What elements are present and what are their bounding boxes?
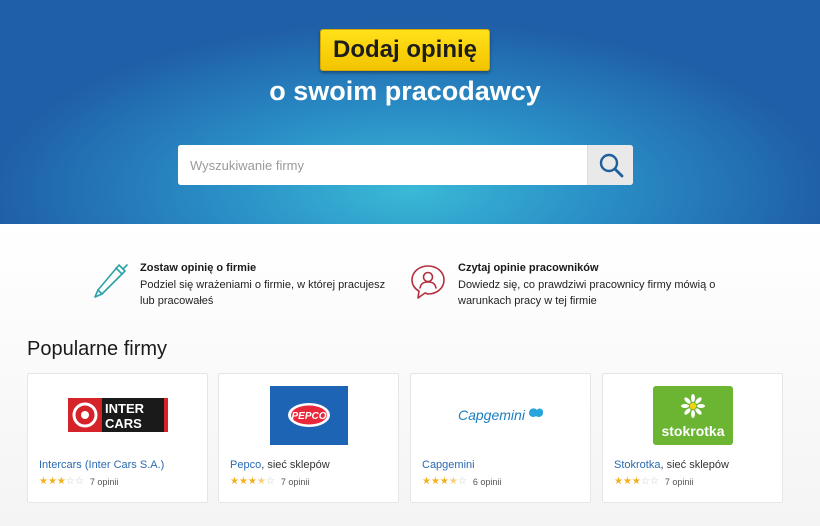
pen-icon: [94, 264, 128, 298]
feature-leave-review: Zostaw opinię o firmie Podziel się wraże…: [90, 262, 385, 309]
popular-companies-title: Popularne firmy: [27, 338, 168, 360]
rating-stars: ★★★☆☆: [614, 476, 659, 487]
company-link[interactable]: Intercars (Inter Cars S.A.): [39, 459, 164, 471]
company-name: Intercars (Inter Cars S.A.): [39, 459, 164, 471]
company-card-intercars[interactable]: INTER CARS Intercars (Inter Cars S.A.) ★…: [27, 373, 208, 503]
company-rating: ★★★★☆ 6 opinii: [422, 476, 501, 488]
review-count: 7 opinii: [89, 477, 119, 487]
search-icon: [599, 153, 623, 178]
company-search: [178, 145, 633, 185]
company-card-pepco[interactable]: PEPCO Pepco, sieć sklepów ★★★★☆ 7 opinii: [218, 373, 399, 503]
capgemini-logo: Capgemini: [458, 407, 543, 423]
company-link[interactable]: Pepco: [230, 459, 261, 471]
company-rating: ★★★☆☆ 7 opinii: [39, 476, 118, 488]
feature-text: Dowiedz się, co prawdziwi pracownicy fir…: [458, 279, 716, 307]
company-name: Stokrotka, sieć sklepów: [614, 459, 729, 471]
company-name: Pepco, sieć sklepów: [230, 459, 330, 471]
review-count: 7 opinii: [280, 477, 310, 487]
company-search-input[interactable]: [178, 145, 587, 185]
rating-stars: ★★★★☆: [422, 476, 467, 487]
company-card-capgemini[interactable]: Capgemini Capgemini ★★★★☆ 6 opinii: [410, 373, 591, 503]
company-link[interactable]: Stokrotka: [614, 459, 660, 471]
feature-title: Zostaw opinię o firmie: [140, 262, 257, 274]
company-rating: ★★★★☆ 7 opinii: [230, 476, 309, 488]
user-chat-icon: [411, 265, 445, 299]
company-card-stokrotka[interactable]: stokrotka Stokrotka, sieć sklepów ★★★☆☆ …: [602, 373, 783, 503]
svg-text:PEPCO: PEPCO: [291, 411, 326, 422]
review-count: 6 opinii: [472, 477, 502, 487]
search-button[interactable]: [587, 145, 633, 185]
svg-text:Capgemini: Capgemini: [458, 407, 526, 423]
svg-text:CARS: CARS: [105, 416, 142, 431]
review-count: 7 opinii: [664, 477, 694, 487]
company-rating: ★★★☆☆ 7 opinii: [614, 476, 693, 488]
svg-text:stokrotka: stokrotka: [661, 423, 724, 439]
add-review-button[interactable]: Dodaj opinię: [320, 29, 490, 71]
feature-title: Czytaj opinie pracowników: [458, 262, 599, 274]
svg-text:INTER: INTER: [105, 401, 145, 416]
hero-subtitle: o swoim pracodawcy: [269, 76, 541, 106]
feature-read-reviews: Czytaj opinie pracowników Dowiedz się, c…: [408, 262, 715, 309]
hero-banner: Dodaj opinię o swoim pracodawcy: [0, 0, 820, 224]
feature-text: Podziel się wrażeniami o firmie, w które…: [140, 279, 386, 307]
intercars-logo: INTER CARS: [67, 398, 168, 432]
company-link[interactable]: Capgemini: [422, 459, 475, 471]
rating-stars: ★★★★☆: [230, 476, 275, 487]
company-name: Capgemini: [422, 459, 475, 471]
stokrotka-logo: stokrotka: [652, 386, 733, 445]
pepco-logo: PEPCO: [269, 386, 348, 445]
rating-stars: ★★★☆☆: [39, 476, 84, 487]
